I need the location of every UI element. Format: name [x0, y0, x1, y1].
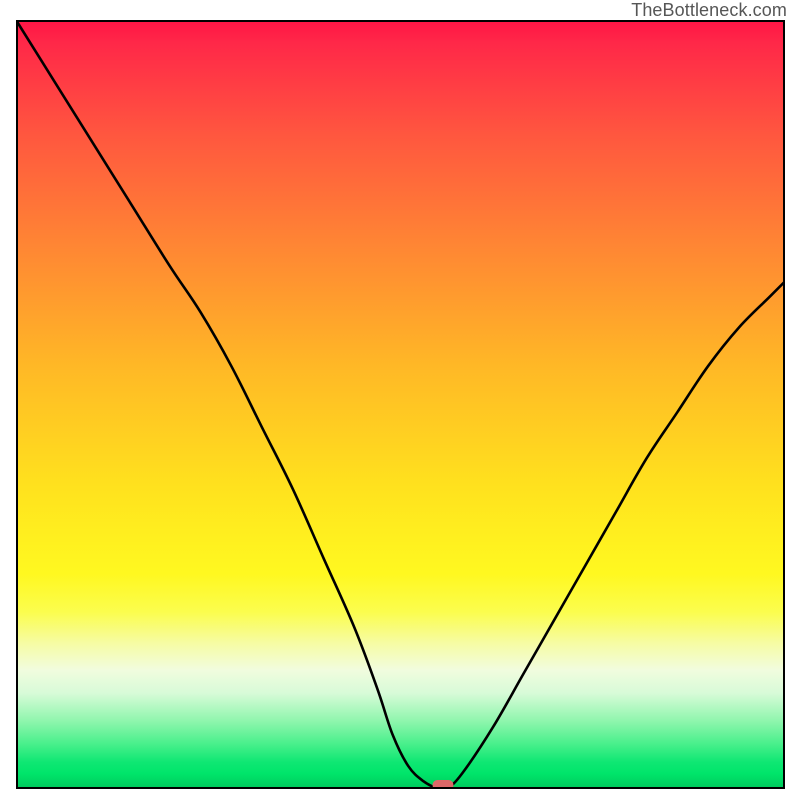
plot-area [16, 20, 785, 789]
optimum-marker [432, 780, 453, 789]
curve-svg [16, 20, 785, 789]
watermark-text: TheBottleneck.com [631, 0, 787, 21]
bottleneck-curve-path [16, 20, 785, 789]
bottleneck-chart: TheBottleneck.com [0, 0, 800, 800]
